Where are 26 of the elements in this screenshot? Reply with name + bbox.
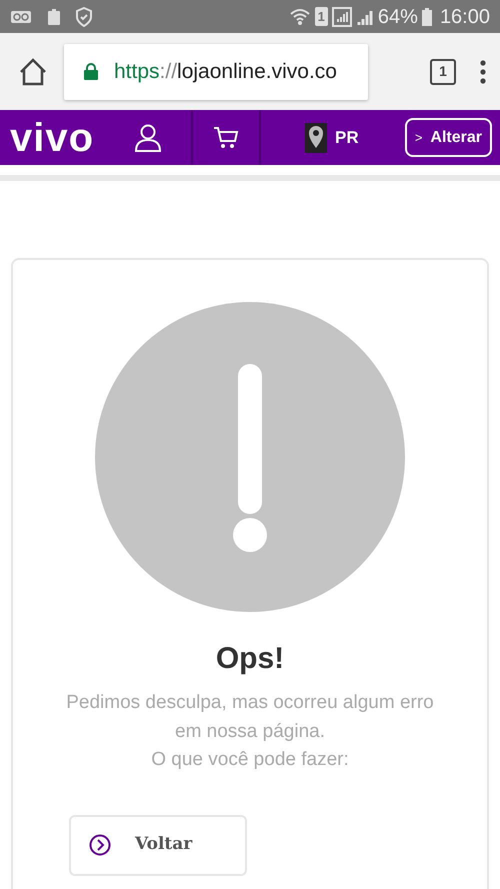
wifi-icon [288,6,311,26]
home-icon[interactable] [18,58,48,86]
battery-level: 64% [378,4,418,30]
clock: 16:00 [440,4,490,30]
battery-icon [422,8,432,26]
tab-count[interactable]: 1 [430,58,456,84]
user-icon[interactable] [134,124,161,152]
voicemail-icon [10,10,32,24]
warning-icon [95,302,405,612]
lock-icon [84,63,98,80]
shield-icon [76,6,92,26]
menu-icon[interactable] [480,60,486,84]
sim-indicator: 1 [314,6,328,26]
signal-icon [332,6,352,26]
region-label: PR [335,126,359,149]
error-title: Ops! [216,641,284,677]
address-bar[interactable]: https://lojaonline.vivo.co [64,44,368,100]
chevron-circle-icon [89,834,111,856]
battery-saver-icon [48,8,60,24]
logo[interactable]: vivo [0,118,104,158]
error-message: Pedimos desculpa, mas ocorreu algum erro em nossa página. [65,691,435,744]
location-pin-icon [305,122,328,152]
change-region-button[interactable]: > Alterar [404,118,492,158]
error-prompt: O que você pode fazer: [150,748,350,772]
back-button[interactable]: Voltar [69,814,247,876]
cart-icon[interactable] [213,124,240,150]
